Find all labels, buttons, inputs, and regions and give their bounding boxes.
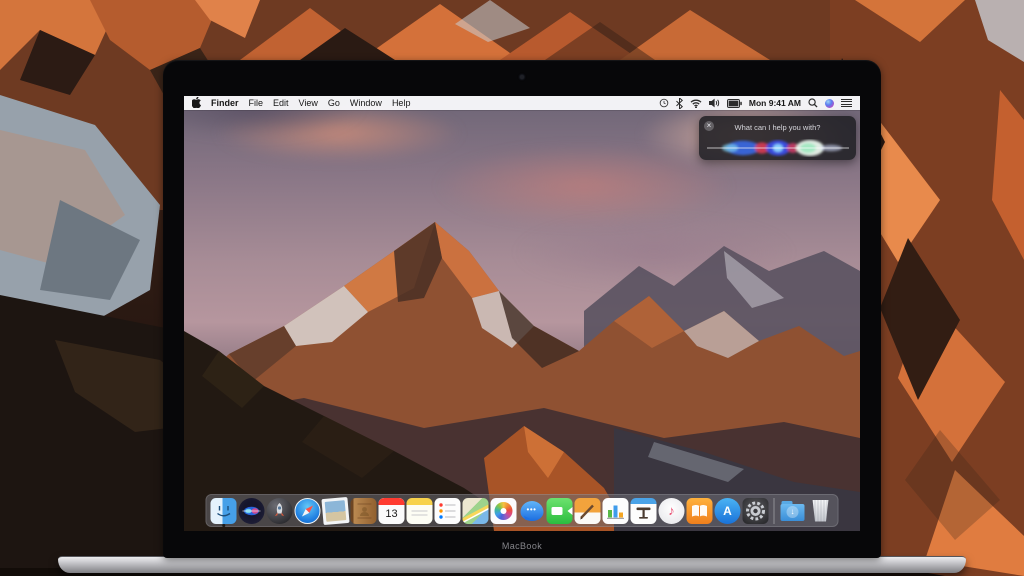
dock-icon-siri[interactable] [239,498,265,524]
trash-basket-icon [811,500,830,522]
video-camera-icon [551,507,562,515]
color-wheel-icon [495,502,513,520]
dock: 13 ••• [206,494,839,527]
menu-view[interactable]: View [299,98,318,108]
siri-icon[interactable] [825,99,834,108]
dock-icon-system-preferences[interactable] [743,498,769,524]
folder-icon: ↓ [781,504,805,521]
dock-icon-itunes[interactable]: ♪ [659,498,685,524]
address-book-icon [351,498,377,524]
dock-icon-finder[interactable] [211,498,237,524]
dock-icon-trash[interactable] [808,498,834,524]
siri-popup: × What can I help you with? [699,116,856,160]
dock-icon-maps[interactable] [463,498,489,524]
maps-road [463,500,489,521]
menu-edit[interactable]: Edit [273,98,289,108]
calendar-day: 13 [379,505,405,524]
menu-bar: Finder File Edit View Go Window Help Mon… [184,96,860,110]
podium-icon [631,498,657,524]
mail-stamp-icon [325,500,347,522]
notification-center-icon[interactable] [841,98,852,108]
menu-finder[interactable]: Finder [211,98,239,108]
siri-wave-icon [239,498,265,524]
bluetooth-icon[interactable] [676,98,683,109]
menu-file[interactable]: File [249,98,264,108]
close-icon[interactable]: × [704,121,714,131]
calendar-header [379,498,405,505]
dock-icon-mail[interactable] [321,496,349,524]
spotlight-icon[interactable] [808,98,818,108]
dock-icon-messages[interactable]: ••• [519,498,545,524]
dock-icon-downloads[interactable]: ↓ [780,498,806,524]
dock-icon-ibooks[interactable] [687,498,713,524]
dock-divider [774,498,775,524]
menu-clock[interactable]: Mon 9:41 AM [749,98,801,108]
macbook-base [58,556,966,573]
dock-icon-launchpad[interactable] [267,498,293,524]
device-label: MacBook [163,541,881,551]
compass-icon [296,499,320,523]
pen-icon [575,498,601,524]
menu-window[interactable]: Window [350,98,382,108]
dock-icon-pages[interactable] [575,498,601,524]
notes-lines-icon [407,498,433,524]
battery-icon[interactable] [727,99,742,108]
dock-icon-keynote[interactable] [631,498,657,524]
dock-icon-calendar[interactable]: 13 [379,498,405,524]
music-note-icon: ♪ [668,503,675,518]
open-book-icon [687,498,713,524]
siri-prompt: What can I help you with? [699,123,856,132]
dock-icon-numbers[interactable] [603,498,629,524]
facetime-camera-dot [520,75,524,79]
desktop[interactable]: Finder File Edit View Go Window Help Mon… [184,96,860,531]
ellipsis-glyph: ••• [527,505,537,514]
appstore-a-glyph: A [723,504,732,518]
apple-menu[interactable] [192,97,201,110]
gear-icon [743,498,769,524]
wallpaper-mountains [184,96,860,531]
dock-icon-safari[interactable] [295,498,321,524]
macbook-display: MacBook [163,60,881,558]
speech-bubble-icon: ••• [520,501,543,521]
clock-icon[interactable] [659,98,669,108]
bar-chart-icon [603,498,629,524]
dock-icon-reminders[interactable] [435,498,461,524]
photo-scene: MacBook [0,0,1024,576]
download-arrow-icon: ↓ [787,506,799,518]
siri-waveform [707,139,849,157]
dock-icon-photos[interactable] [491,498,517,524]
reminders-list-icon [435,498,461,524]
wifi-icon[interactable] [690,98,702,108]
volume-icon[interactable] [709,98,720,108]
menu-help[interactable]: Help [392,98,411,108]
rocket-icon [267,498,293,524]
finder-face-icon [211,498,237,524]
video-camera-lens [563,507,572,515]
dock-icon-facetime[interactable] [547,498,573,524]
dock-icon-appstore[interactable]: A [715,498,741,524]
running-indicator [222,524,225,527]
dock-icon-contacts[interactable] [351,498,377,524]
dock-icon-notes[interactable] [407,498,433,524]
menu-go[interactable]: Go [328,98,340,108]
apple-logo-icon [192,97,201,108]
